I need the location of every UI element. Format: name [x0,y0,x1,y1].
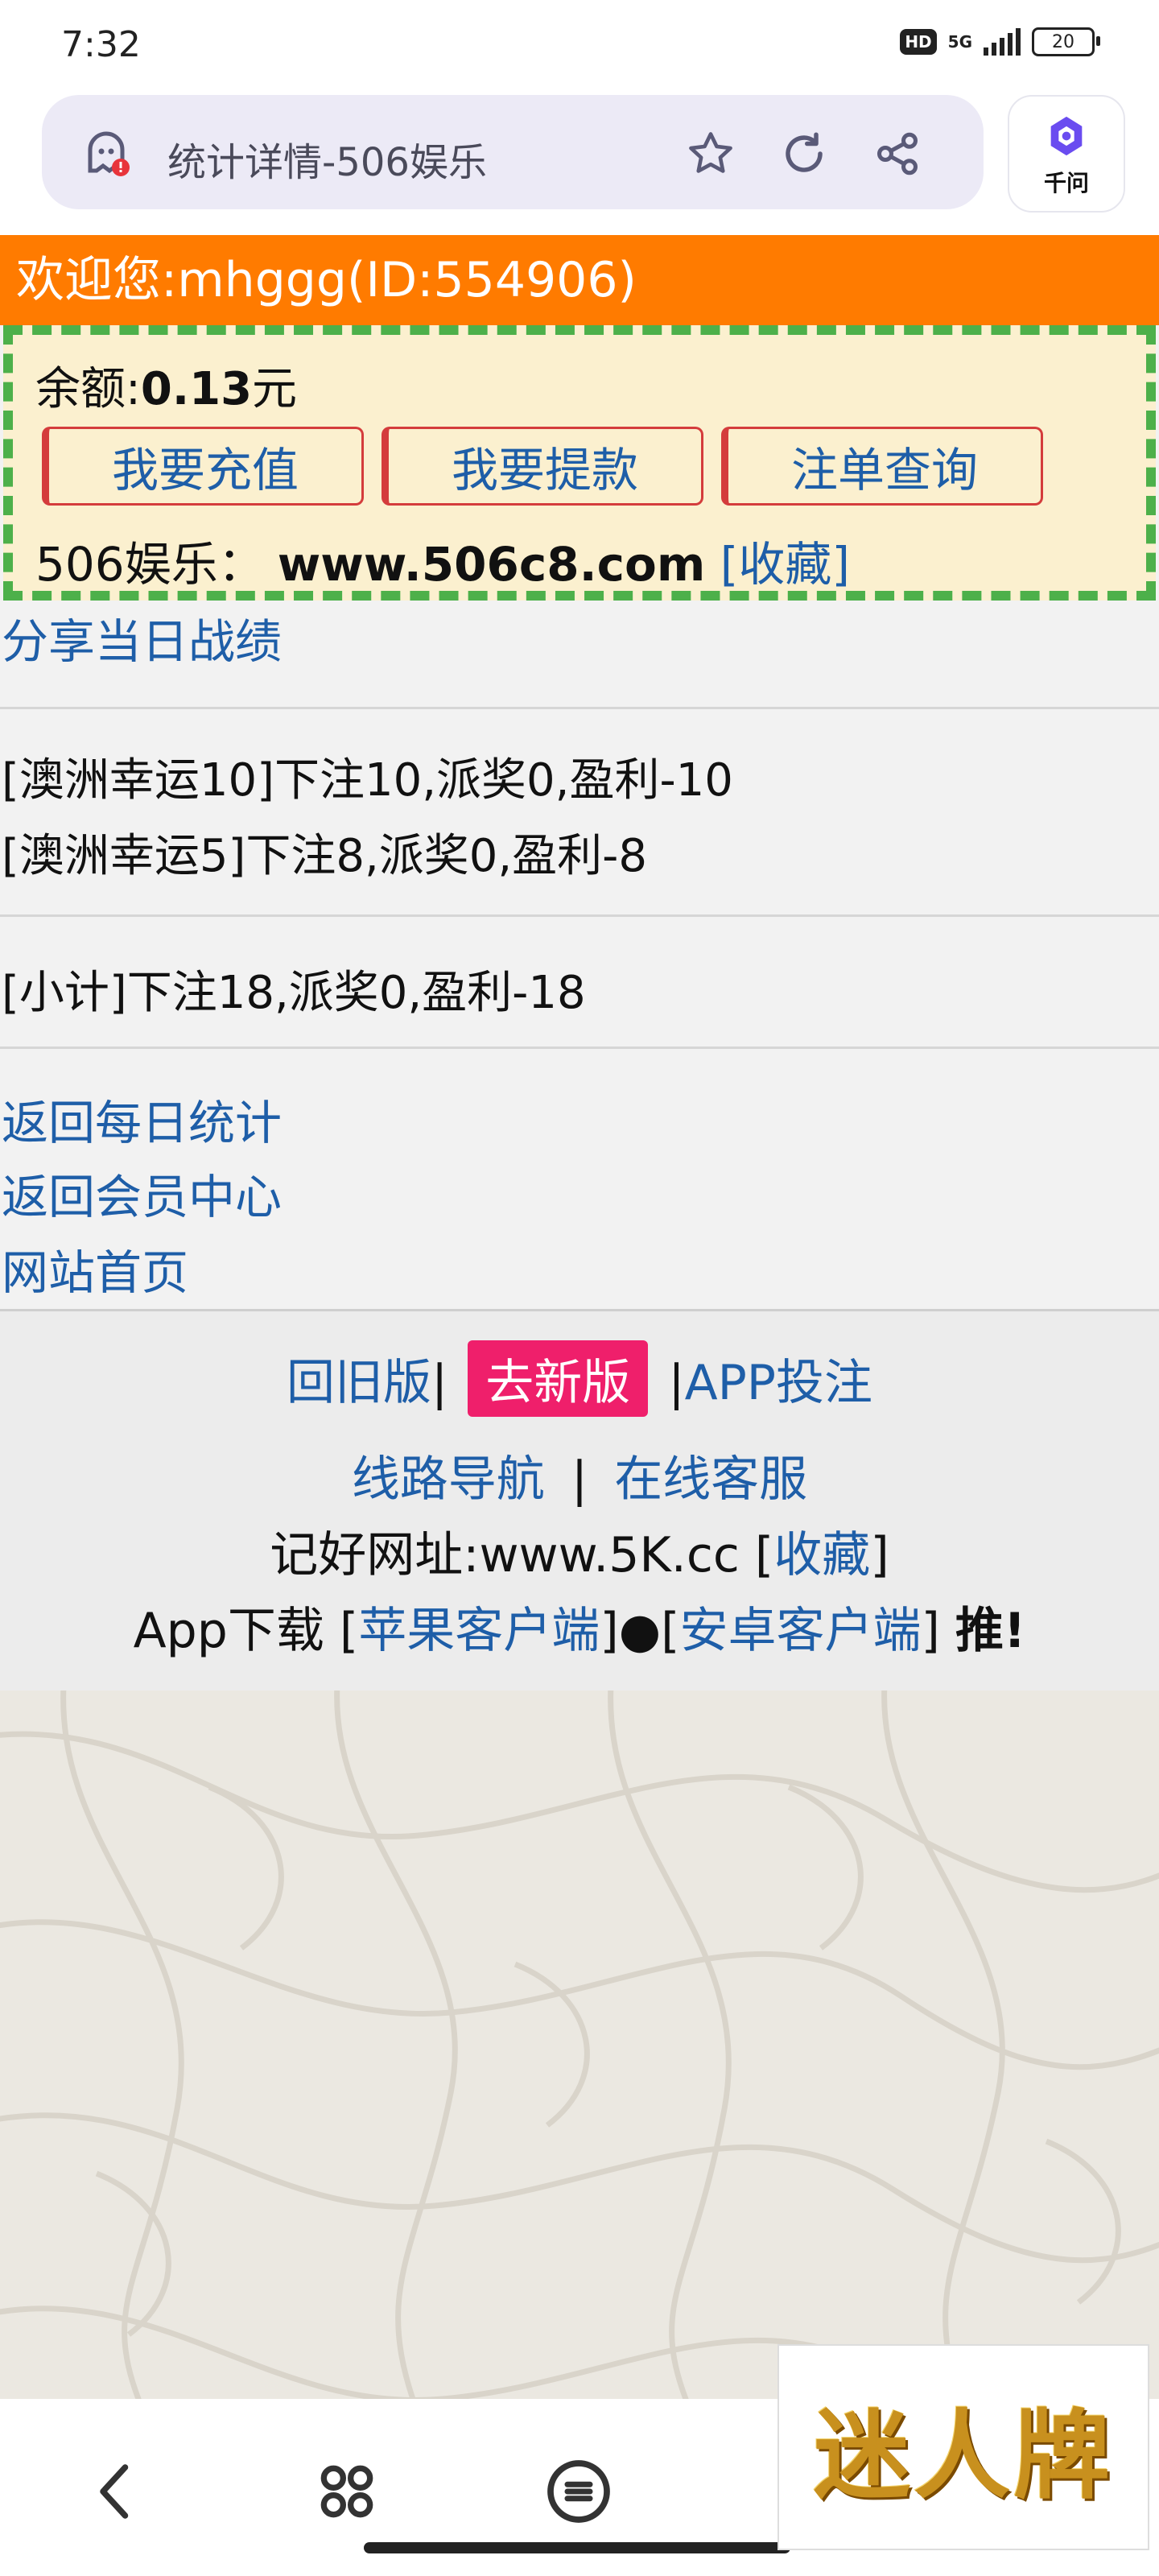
app-download-label: App下载 [133,1603,324,1659]
refresh-button[interactable] [776,126,832,182]
back-arrow-icon [100,2464,129,2519]
recharge-button[interactable]: 我要充值 [42,427,364,506]
remember-bookmark-link[interactable]: 收藏 [773,1527,870,1583]
welcome-banner: 欢迎您:mhggg(ID:554906) [0,235,1159,325]
site-label: 506娱乐： [35,537,265,592]
background-pattern [0,1690,1159,2399]
apps-grid-icon [320,2465,373,2518]
recommend-label: 推! [955,1603,1026,1659]
online-service-link[interactable]: 在线客服 [614,1451,807,1508]
qianwen-assistant-button[interactable]: 千问 [1008,95,1125,213]
leaf-pattern-graphic [0,1690,1159,2399]
share-results-link[interactable]: 分享当日战绩 [2,604,282,671]
status-icons: HD 5G 20 [900,27,1100,56]
status-bar: 7:32 HD 5G 20 [0,0,1159,90]
ghost-shield-icon[interactable] [80,127,132,179]
address-bar[interactable]: 统计详情-506娱乐 [42,95,984,209]
account-panel: 余额:0.13元 我要充值 我要提款 注单查询 506娱乐： www.506c8.… [3,325,1156,601]
divider [0,914,1159,917]
network-label: 5G [947,32,972,52]
status-time: 7:32 [61,24,141,65]
version-row: 回旧版| 去新版 |APP投注 [0,1340,1159,1417]
share-button[interactable] [869,126,926,182]
back-button[interactable] [71,2447,159,2536]
balance-value: 0.13 [140,363,253,415]
route-nav-link[interactable]: 线路导航 [352,1451,545,1508]
balance-unit: 元 [252,363,298,415]
site-address-line: 506娱乐： www.506c8.com [收藏] [35,526,850,594]
qianwen-label: 千问 [1043,170,1089,196]
bookmark-star-button[interactable] [683,126,739,182]
remember-url-text: 记好网址:www.5K.cc [270,1527,740,1583]
refresh-icon [786,132,823,172]
star-icon [689,132,732,173]
back-daily-stats-link[interactable]: 返回每日统计 [2,1085,282,1153]
hd-icon: HD [900,29,937,55]
signal-icon [984,28,1021,56]
ios-client-link[interactable]: 苹果客户端 [358,1603,600,1659]
battery-level: 20 [1052,31,1074,52]
separator: | [668,1355,685,1411]
separator: | [431,1355,448,1411]
site-url: www.506c8.com [277,537,706,592]
divider [0,707,1159,709]
site-footer: 回旧版| 去新版 |APP投注 线路导航 | 在线客服 记好网址:www.5K.… [0,1309,1159,1693]
page-title: 统计详情-506娱乐 [167,140,487,185]
app-bet-link[interactable]: APP投注 [685,1355,872,1411]
ad-logo-text: 迷人牌 [814,2399,1113,2512]
floating-ad[interactable]: 迷人牌 [777,2344,1149,2550]
account-actions: 我要充值 我要提款 注单查询 [42,427,1043,506]
subtotal-line: [小计]下注18,派奖0,盈利-18 [2,967,586,1019]
qianwen-icon [1050,116,1083,156]
apps-button[interactable] [303,2447,391,2536]
android-client-link[interactable]: 安卓客户端 [680,1603,922,1659]
separator: | [571,1451,588,1508]
gesture-home-bar[interactable] [364,2542,790,2553]
old-version-link[interactable]: 回旧版 [287,1355,431,1411]
back-member-center-link[interactable]: 返回会员中心 [2,1159,282,1227]
bet-query-button[interactable]: 注单查询 [721,427,1043,506]
app-download-row: App下载 [苹果客户端]●[安卓客户端] 推! [133,1603,1026,1659]
balance-line: 余额:0.13元 [35,353,297,418]
bet-record: [澳洲幸运5]下注8,派奖0,盈利-8 [2,830,648,882]
battery-icon: 20 [1032,27,1100,56]
route-row: 线路导航 | 在线客服 [0,1440,1159,1510]
bet-record: [澳洲幸运10]下注10,派奖0,盈利-10 [2,754,733,807]
balance-label: 余额: [35,363,141,415]
browser-toolbar: 统计详情-506娱乐 千问 [0,90,1159,235]
bookmark-link[interactable]: [收藏] [720,537,850,592]
bullet: ● [618,1603,662,1659]
menu-icon [547,2460,610,2523]
divider [0,1046,1159,1049]
share-icon [877,132,918,175]
new-version-button[interactable]: 去新版 [468,1340,649,1417]
menu-button[interactable] [534,2447,623,2536]
remember-row: 记好网址:www.5K.cc [收藏] [270,1527,889,1583]
withdraw-button[interactable]: 我要提款 [382,427,703,506]
site-home-link[interactable]: 网站首页 [2,1235,188,1302]
